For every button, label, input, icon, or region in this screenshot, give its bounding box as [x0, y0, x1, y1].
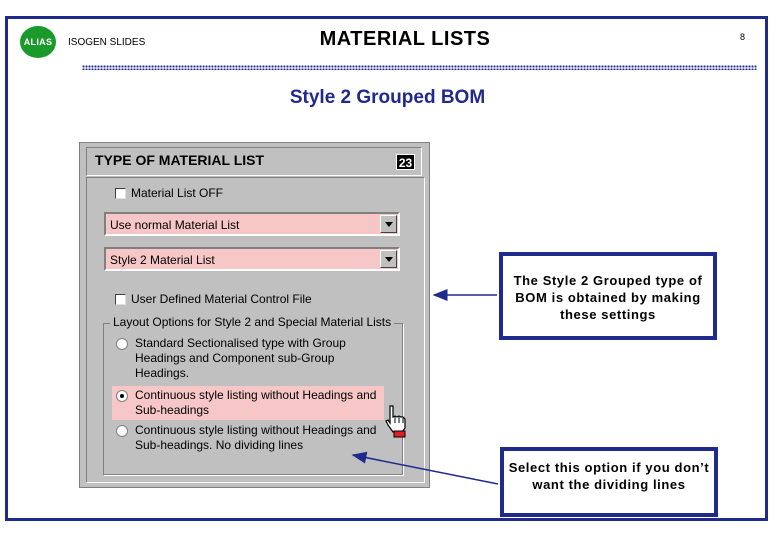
callout-settings: The Style 2 Grouped type of BOM is obtai… — [499, 252, 717, 340]
callout-dividing-lines: Select this option if you don’t want the… — [500, 447, 718, 517]
arrow-left-icon — [351, 451, 499, 485]
